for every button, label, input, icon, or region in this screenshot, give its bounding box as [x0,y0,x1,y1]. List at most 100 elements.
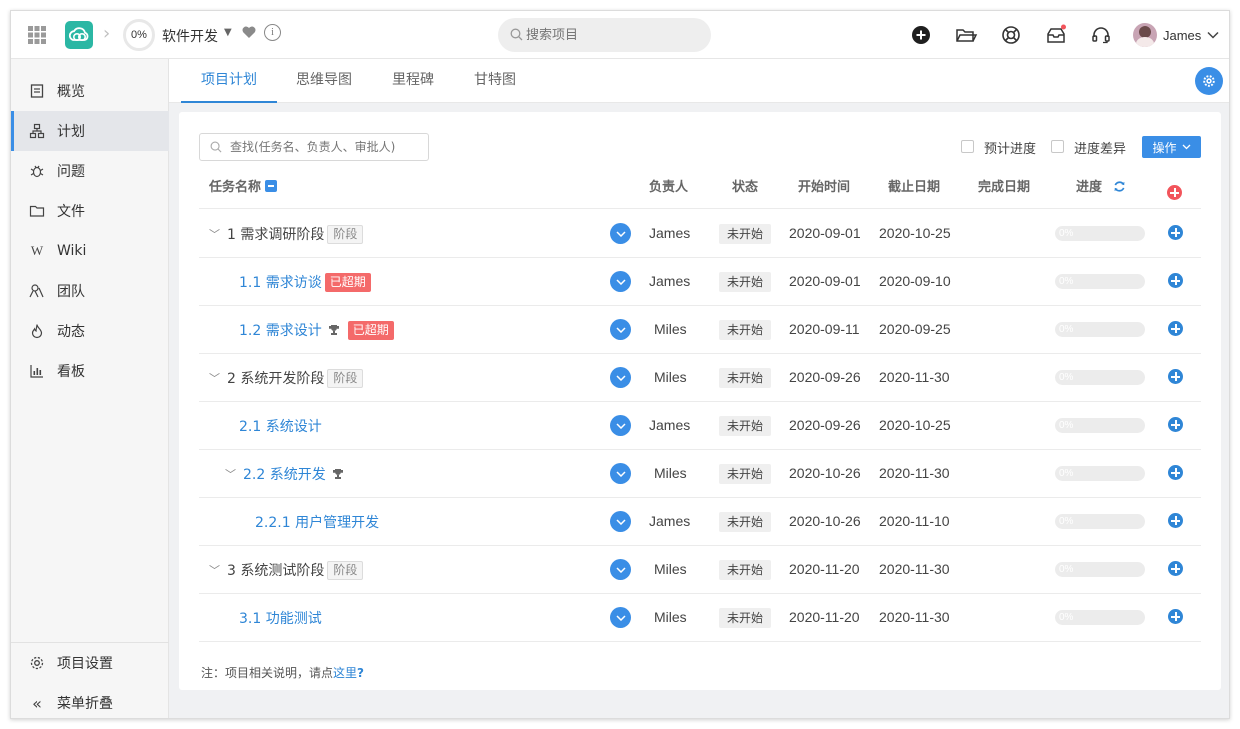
sidebar-item-label: 文件 [57,204,85,220]
gear-icon [30,656,44,670]
column-header-name: 任务名称 [209,176,278,195]
add-subtask-button[interactable] [1168,513,1183,528]
collapse-menu-button[interactable]: « 菜单折叠 [11,683,169,718]
task-name[interactable]: 1.2 需求设计 [239,320,322,340]
add-subtask-button[interactable] [1168,465,1183,480]
owner-cell: James [649,225,691,241]
row-expand-button[interactable] [610,319,631,340]
add-subtask-button[interactable] [1168,417,1183,432]
task-name[interactable]: 2.2 系统开发 [243,464,326,484]
sidebar-item-overview[interactable]: 概览 [11,71,169,111]
start-date-cell: 2020-10-26 [789,513,861,529]
expand-chevron-icon[interactable]: ﹀ [209,370,220,386]
task-name-cell: 3.1 功能测试 [239,608,322,628]
phase-tag: 阶段 [327,560,364,580]
footer-note-text: 注：项目相关说明，请点 [201,666,334,680]
add-subtask-button[interactable] [1168,225,1183,240]
task-name[interactable]: 2.2.1 用户管理开发 [255,512,379,532]
task-search-box[interactable] [199,133,429,161]
chevron-down-icon [615,614,626,621]
user-menu[interactable]: James [1133,22,1219,48]
headset-support-icon[interactable] [1089,23,1113,47]
add-subtask-button[interactable] [1168,369,1183,384]
collapse-all-icon[interactable] [265,180,278,192]
row-expand-button[interactable] [610,463,631,484]
add-subtask-button[interactable] [1168,321,1183,336]
refresh-icon[interactable] [1113,180,1126,193]
tab-milestones[interactable]: 里程碑 [383,59,443,103]
progress-bar: 0% [1055,610,1145,625]
row-expand-button[interactable] [610,271,631,292]
owner-cell: Miles [654,321,687,337]
expected-progress-checkbox[interactable] [961,140,974,153]
expand-chevron-icon[interactable]: ﹀ [209,562,220,578]
sidebar-item-activity[interactable]: 动态 [11,311,169,351]
sidebar-item-issues[interactable]: 问题 [11,151,169,191]
create-plus-icon[interactable] [909,23,933,47]
footer-note-link[interactable]: 这里 [333,666,357,680]
owner-cell: James [649,273,691,289]
sidebar-item-plan[interactable]: 计划 [11,111,169,151]
app-grid-icon[interactable] [27,25,47,45]
folder-open-icon[interactable] [954,23,978,47]
progress-value: 0% [1059,468,1074,479]
trophy-icon [328,325,339,335]
tab-mind-map[interactable]: 思维导图 [287,59,361,103]
sidebar-item-team[interactable]: 团队 [11,271,169,311]
task-name[interactable]: 3.1 功能测试 [239,608,322,628]
add-subtask-button[interactable] [1168,273,1183,288]
sidebar-item-files[interactable]: 文件 [11,191,169,231]
status-badge: 未开始 [719,608,771,628]
start-date-cell: 2020-09-11 [789,321,860,337]
task-name[interactable]: 1.1 需求访谈 [239,272,322,292]
overdue-tag: 已超期 [347,320,394,340]
app-logo[interactable] [65,21,93,49]
sidebar-item-board[interactable]: 看板 [11,351,169,391]
project-search-input[interactable] [526,25,696,45]
start-date-cell: 2020-10-26 [789,465,861,481]
add-subtask-button[interactable] [1168,609,1183,624]
task-search-input[interactable] [230,139,420,155]
tab-project-plan[interactable]: 项目计划 [181,59,277,103]
progress-bar: 0% [1055,226,1145,241]
add-subtask-button[interactable] [1168,561,1183,576]
plan-settings-button[interactable] [1195,67,1223,95]
double-chevron-left-icon: « [32,693,42,713]
info-icon[interactable]: i [264,24,281,41]
column-header-owner: 负责人 [649,180,689,195]
start-date-cell: 2020-09-26 [789,369,861,385]
task-name[interactable]: 1 需求调研阶段 [227,224,324,244]
row-expand-button[interactable] [610,559,631,580]
expand-chevron-icon[interactable]: ﹀ [225,466,236,482]
column-header-progress: 进度 [1076,176,1126,195]
progress-bar: 0% [1055,418,1145,433]
task-name[interactable]: 2.1 系统设计 [239,416,322,436]
project-name[interactable]: 软件开发 [162,26,218,46]
task-name[interactable]: 3 系统测试阶段 [227,560,324,580]
chevron-down-icon [615,518,626,525]
help-lifebuoy-icon[interactable] [999,23,1023,47]
search-icon [510,28,523,41]
row-expand-button[interactable] [610,511,631,532]
row-expand-button[interactable] [610,607,631,628]
favorite-heart-icon[interactable] [241,24,257,40]
table-row: 1.1 需求访谈 已超期 James 未开始 2020-09-01 2020-0… [199,258,1201,306]
row-expand-button[interactable] [610,415,631,436]
project-dropdown-icon[interactable]: ▼ [224,27,232,38]
progress-diff-checkbox[interactable] [1051,140,1064,153]
row-expand-button[interactable] [610,223,631,244]
project-settings-button[interactable]: 项目设置 [11,643,169,683]
expand-chevron-icon[interactable]: ﹀ [209,226,220,242]
sidebar-item-wiki[interactable]: W Wiki [11,231,169,271]
project-search-box[interactable] [498,18,711,52]
status-badge: 未开始 [719,560,771,580]
chevron-down-icon [1207,31,1219,39]
add-root-task-button[interactable] [1167,185,1182,200]
row-expand-button[interactable] [610,367,631,388]
tab-gantt[interactable]: 甘特图 [465,59,525,103]
actions-dropdown-button[interactable]: 操作 [1142,136,1201,158]
task-name[interactable]: 2 系统开发阶段 [227,368,324,388]
due-date-cell: 2020-09-25 [879,321,951,337]
inbox-notification-icon[interactable] [1044,23,1068,47]
help-question-icon[interactable]: ? [357,666,364,680]
